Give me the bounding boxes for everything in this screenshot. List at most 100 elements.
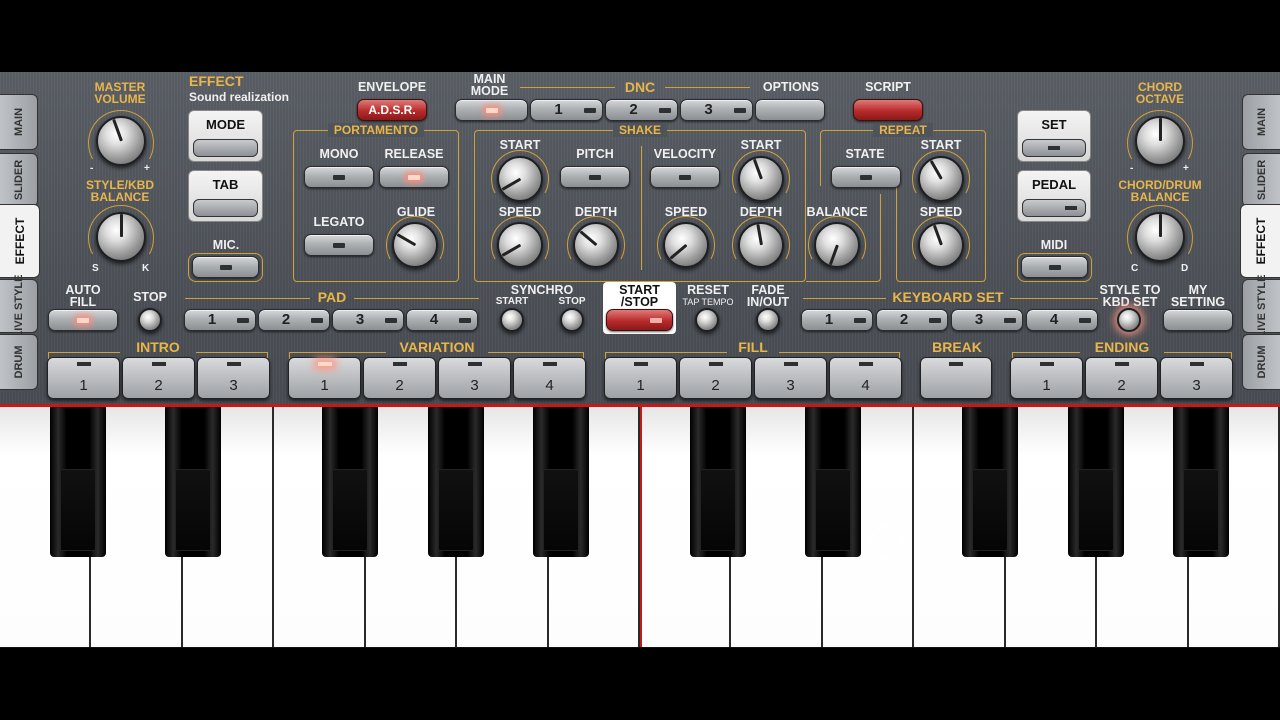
black-key[interactable] [322, 407, 378, 557]
tab-main-right[interactable]: MAIN [1242, 94, 1280, 150]
release-button[interactable] [379, 166, 449, 188]
intro-button-3[interactable]: 3 [197, 357, 270, 399]
variation-button-2[interactable]: 2 [363, 357, 436, 399]
tab-drum-right[interactable]: DRUM [1242, 334, 1280, 390]
mode-button[interactable]: MODE [188, 110, 263, 162]
shake-depth2-knob[interactable] [738, 222, 784, 268]
tab-slider-left[interactable]: SLIDER [0, 153, 38, 207]
tab-drum-left[interactable]: DRUM [0, 334, 38, 390]
fade-in-out-button[interactable] [756, 308, 780, 332]
black-key[interactable] [50, 407, 106, 557]
btn-num: 1 [320, 377, 329, 394]
btn-num: 3 [1192, 377, 1201, 394]
shake-speed2-knob[interactable] [663, 222, 709, 268]
mono-label: MONO [319, 147, 359, 161]
mono-button[interactable] [304, 166, 374, 188]
arranger-panel: MAIN SLIDER EFFECT LIVE STYLE DRUM MAIN … [0, 72, 1280, 648]
start-stop-button[interactable] [606, 309, 673, 331]
black-key[interactable] [428, 407, 484, 557]
max-mark: + [144, 163, 150, 174]
pad-button-1[interactable]: 1 [184, 309, 256, 331]
mic-label: MIC. [212, 238, 240, 252]
pad-stop-button[interactable] [138, 308, 162, 332]
btn-num: 3 [355, 311, 365, 328]
master-volume-knob[interactable] [96, 116, 146, 166]
my-setting-button[interactable] [1163, 309, 1233, 331]
pad-button-2[interactable]: 2 [258, 309, 330, 331]
ending-button-3[interactable]: 3 [1160, 357, 1233, 399]
tab-live-style-right[interactable]: LIVE STYLE [1242, 275, 1280, 337]
variation-button-1[interactable]: 1 [288, 357, 361, 399]
intro-button-2[interactable]: 2 [122, 357, 195, 399]
glide-knob[interactable] [392, 222, 438, 268]
repeat-start-knob[interactable] [918, 156, 964, 202]
ending-title: ENDING [1094, 339, 1150, 355]
set-button[interactable]: SET [1017, 110, 1091, 162]
fill-button-4[interactable]: 4 [829, 357, 902, 399]
ending-button-1[interactable]: 1 [1010, 357, 1083, 399]
options-button[interactable] [755, 99, 825, 121]
black-key[interactable] [805, 407, 861, 557]
auto-fill-button[interactable] [48, 309, 118, 331]
mic-button[interactable] [192, 256, 259, 278]
main-mode-button[interactable] [455, 99, 528, 121]
pedal-label: PEDAL [1031, 177, 1077, 192]
synchro-start-button[interactable] [500, 308, 524, 332]
variation-button-3[interactable]: 3 [438, 357, 511, 399]
kbd-set-button-3[interactable]: 3 [951, 309, 1023, 331]
pad-button-3[interactable]: 3 [332, 309, 404, 331]
velocity-button[interactable] [650, 166, 720, 188]
master-volume-label: MASTER VOLUME [94, 80, 146, 106]
btn-num: 2 [711, 377, 720, 394]
btn-num: 2 [395, 377, 404, 394]
tab-effect-left[interactable]: EFFECT [0, 204, 40, 278]
black-key[interactable] [1173, 407, 1229, 557]
fill-button-2[interactable]: 2 [679, 357, 752, 399]
pitch-button[interactable] [560, 166, 630, 188]
dnc-button-3[interactable]: 3 [680, 99, 753, 121]
ending-button-2[interactable]: 2 [1085, 357, 1158, 399]
synchro-stop-button[interactable] [560, 308, 584, 332]
tab-label: DRUM [12, 345, 25, 379]
style-kbd-balance-knob[interactable] [96, 212, 146, 262]
shake-speed-knob[interactable] [497, 222, 543, 268]
intro-button-1[interactable]: 1 [47, 357, 120, 399]
legato-button[interactable] [304, 234, 374, 256]
script-button[interactable] [853, 99, 923, 121]
shake-start-knob[interactable] [497, 156, 543, 202]
black-key[interactable] [962, 407, 1018, 557]
chord-drum-balance-knob[interactable] [1135, 212, 1185, 262]
black-key[interactable] [533, 407, 589, 557]
break-button[interactable] [920, 357, 992, 399]
tab-main-left[interactable]: MAIN [0, 94, 38, 150]
shake-depth-knob[interactable] [573, 222, 619, 268]
ending-line [1012, 352, 1080, 353]
btn-num: 3 [974, 311, 984, 328]
reset-tap-tempo-button[interactable] [695, 308, 719, 332]
dnc-button-2[interactable]: 2 [605, 99, 678, 121]
black-key[interactable] [165, 407, 221, 557]
midi-button[interactable] [1021, 256, 1088, 278]
chord-octave-knob[interactable] [1135, 116, 1185, 166]
kbd-set-button-1[interactable]: 1 [801, 309, 873, 331]
tab-slider-right[interactable]: SLIDER [1242, 153, 1280, 207]
pad-button-4[interactable]: 4 [406, 309, 478, 331]
pedal-button[interactable]: PEDAL [1017, 170, 1091, 222]
variation-button-4[interactable]: 4 [513, 357, 586, 399]
fill-button-3[interactable]: 3 [754, 357, 827, 399]
state-button[interactable] [831, 166, 901, 188]
tab-button[interactable]: TAB [188, 170, 263, 222]
btn-num: 3 [229, 377, 238, 394]
repeat-start-label: START [920, 138, 962, 152]
fill-button-1[interactable]: 1 [604, 357, 677, 399]
kbd-set-button-4[interactable]: 4 [1026, 309, 1098, 331]
dnc-button-1[interactable]: 1 [530, 99, 603, 121]
shake-start2-knob[interactable] [738, 156, 784, 202]
kbd-set-button-2[interactable]: 2 [876, 309, 948, 331]
black-key[interactable] [1068, 407, 1124, 557]
tab-effect-right[interactable]: EFFECT [1240, 204, 1280, 278]
tab-live-style-left[interactable]: LIVE STYLE [0, 275, 38, 337]
black-key[interactable] [690, 407, 746, 557]
repeat-speed-knob[interactable] [918, 222, 964, 268]
style-to-kbd-button[interactable] [1117, 308, 1141, 332]
